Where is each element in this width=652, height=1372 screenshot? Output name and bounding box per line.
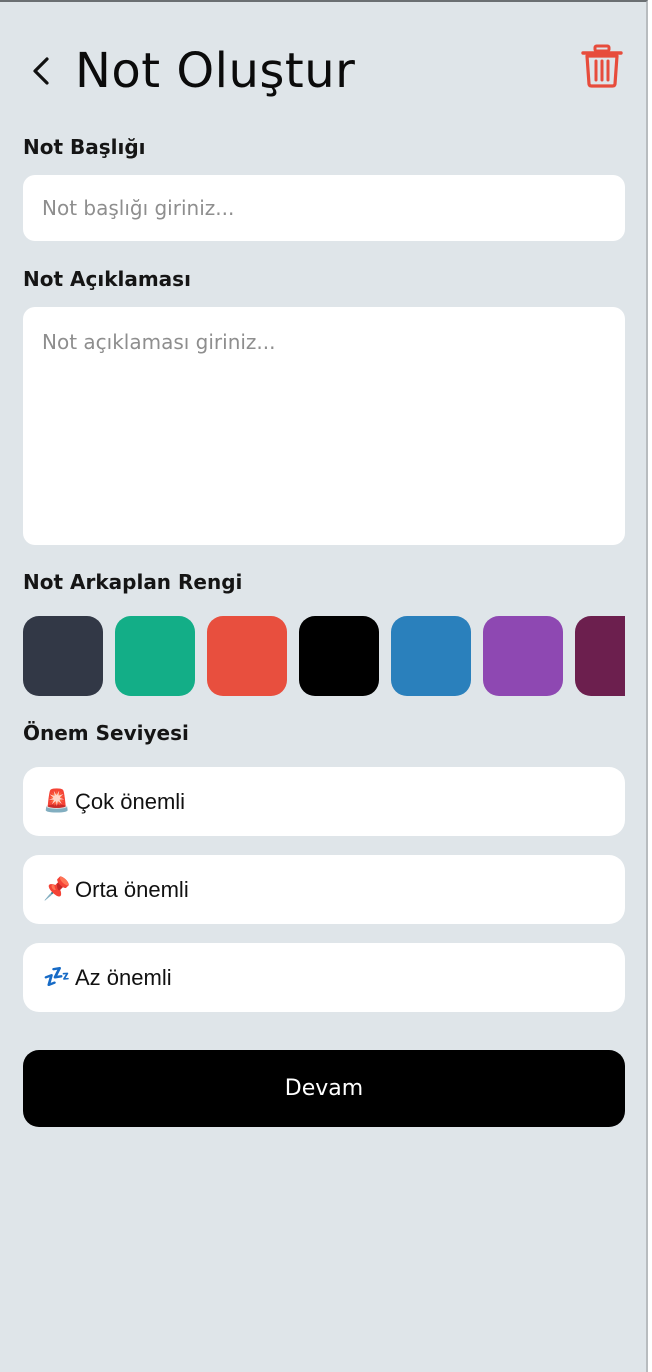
color-swatch[interactable] bbox=[575, 616, 625, 696]
chevron-left-icon bbox=[33, 57, 49, 85]
priority-option-label: Az önemli bbox=[75, 964, 172, 990]
header: Not Oluştur bbox=[23, 42, 625, 102]
priority-option-low[interactable]: 💤 Az önemli bbox=[23, 943, 625, 1012]
description-field-label: Not Açıklaması bbox=[23, 267, 191, 291]
priority-option-medium[interactable]: 📌 Orta önemli bbox=[23, 855, 625, 924]
color-section-label: Not Arkaplan Rengi bbox=[23, 570, 243, 594]
title-field-label: Not Başlığı bbox=[23, 135, 146, 159]
trash-icon bbox=[581, 44, 623, 88]
priority-option-label: Çok önemli bbox=[75, 788, 186, 814]
delete-button[interactable] bbox=[581, 44, 623, 88]
color-swatch[interactable] bbox=[299, 616, 379, 696]
back-button[interactable] bbox=[27, 56, 57, 86]
priority-option-label: Orta önemli bbox=[75, 876, 189, 902]
color-swatch[interactable] bbox=[115, 616, 195, 696]
priority-option-high[interactable]: 🚨 Çok önemli bbox=[23, 767, 625, 836]
color-swatch[interactable] bbox=[483, 616, 563, 696]
color-swatch[interactable] bbox=[391, 616, 471, 696]
color-swatch-row bbox=[23, 616, 625, 696]
zzz-icon: 💤 bbox=[43, 965, 71, 990]
note-title-input[interactable] bbox=[23, 175, 625, 241]
siren-icon: 🚨 bbox=[43, 789, 71, 814]
color-swatch[interactable] bbox=[207, 616, 287, 696]
screen: Not Oluştur Not Başlığı Not Açıklaması N… bbox=[0, 0, 648, 1372]
importance-section-label: Önem Seviyesi bbox=[23, 721, 189, 745]
page-title: Not Oluştur bbox=[75, 43, 356, 99]
continue-button[interactable]: Devam bbox=[23, 1050, 625, 1127]
pushpin-icon: 📌 bbox=[43, 877, 71, 902]
note-description-input[interactable] bbox=[23, 307, 625, 545]
color-swatch[interactable] bbox=[23, 616, 103, 696]
